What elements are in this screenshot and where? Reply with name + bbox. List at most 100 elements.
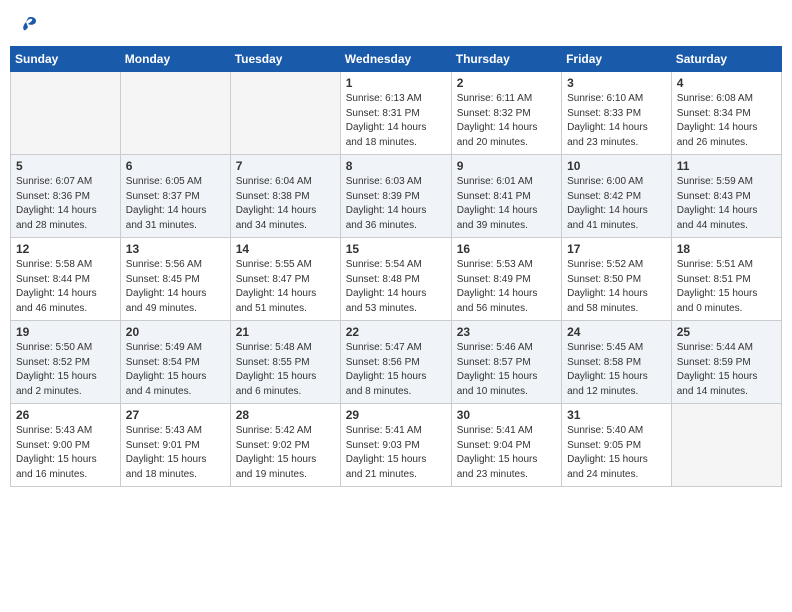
calendar-week-row: 5 Sunrise: 6:07 AM Sunset: 8:36 PM Daylig… <box>11 155 782 238</box>
day-info: Sunrise: 5:51 AM Sunset: 8:51 PM Dayligh… <box>677 258 776 316</box>
day-number: 28 <box>236 408 335 422</box>
calendar-day: 24 Sunrise: 5:45 AM Sunset: 8:58 PM Dayli… <box>562 321 672 404</box>
calendar-week-row: 26 Sunrise: 5:43 AM Sunset: 9:00 PM Dayli… <box>11 404 782 487</box>
day-info: Sunrise: 6:11 AM Sunset: 8:32 PM Dayligh… <box>457 92 556 150</box>
day-number: 4 <box>677 76 776 90</box>
day-number: 8 <box>346 159 446 173</box>
calendar-day: 10 Sunrise: 6:00 AM Sunset: 8:42 PM Dayli… <box>562 155 672 238</box>
day-info: Sunrise: 5:42 AM Sunset: 9:02 PM Dayligh… <box>236 424 335 482</box>
calendar-day: 11 Sunrise: 5:59 AM Sunset: 8:43 PM Dayli… <box>671 155 781 238</box>
day-number: 29 <box>346 408 446 422</box>
calendar-table: SundayMondayTuesdayWednesdayThursdayFrid… <box>10 46 782 487</box>
day-number: 10 <box>567 159 666 173</box>
calendar-day: 17 Sunrise: 5:52 AM Sunset: 8:50 PM Dayli… <box>562 238 672 321</box>
calendar-day: 30 Sunrise: 5:41 AM Sunset: 9:04 PM Dayli… <box>451 404 561 487</box>
day-info: Sunrise: 5:54 AM Sunset: 8:48 PM Dayligh… <box>346 258 446 316</box>
calendar-day <box>120 72 230 155</box>
calendar-day: 29 Sunrise: 5:41 AM Sunset: 9:03 PM Dayli… <box>340 404 451 487</box>
calendar-day: 5 Sunrise: 6:07 AM Sunset: 8:36 PM Daylig… <box>11 155 121 238</box>
day-number: 17 <box>567 242 666 256</box>
calendar-day: 15 Sunrise: 5:54 AM Sunset: 8:48 PM Dayli… <box>340 238 451 321</box>
calendar-week-row: 12 Sunrise: 5:58 AM Sunset: 8:44 PM Dayli… <box>11 238 782 321</box>
day-number: 31 <box>567 408 666 422</box>
day-number: 14 <box>236 242 335 256</box>
calendar-day: 6Sunrise: 6:05 AM Sunset: 8:37 PM Daylig… <box>120 155 230 238</box>
calendar-day <box>11 72 121 155</box>
calendar-day: 18 Sunrise: 5:51 AM Sunset: 8:51 PM Dayli… <box>671 238 781 321</box>
day-number: 26 <box>16 408 115 422</box>
day-info: Sunrise: 5:41 AM Sunset: 9:03 PM Dayligh… <box>346 424 446 482</box>
day-number: 24 <box>567 325 666 339</box>
calendar-day: 27 Sunrise: 5:43 AM Sunset: 9:01 PM Dayli… <box>120 404 230 487</box>
calendar-day: 22 Sunrise: 5:47 AM Sunset: 8:56 PM Dayli… <box>340 321 451 404</box>
calendar-day: 26 Sunrise: 5:43 AM Sunset: 9:00 PM Dayli… <box>11 404 121 487</box>
calendar-day <box>671 404 781 487</box>
day-number: 20 <box>126 325 225 339</box>
day-number: 13 <box>126 242 225 256</box>
day-number: 12 <box>16 242 115 256</box>
logo <box>16 14 38 34</box>
day-info: Sunrise: 5:49 AM Sunset: 8:54 PM Dayligh… <box>126 341 225 399</box>
calendar-header-sunday: Sunday <box>11 47 121 72</box>
calendar-day: 16 Sunrise: 5:53 AM Sunset: 8:49 PM Dayli… <box>451 238 561 321</box>
calendar-day: 12 Sunrise: 5:58 AM Sunset: 8:44 PM Dayli… <box>11 238 121 321</box>
calendar-day: 13 Sunrise: 5:56 AM Sunset: 8:45 PM Dayli… <box>120 238 230 321</box>
day-info: Sunrise: 5:58 AM Sunset: 8:44 PM Dayligh… <box>16 258 115 316</box>
calendar-day: 4 Sunrise: 6:08 AM Sunset: 8:34 PM Daylig… <box>671 72 781 155</box>
calendar-day: 14 Sunrise: 5:55 AM Sunset: 8:47 PM Dayli… <box>230 238 340 321</box>
day-number: 5 <box>16 159 115 173</box>
day-number: 7 <box>236 159 335 173</box>
calendar-header-thursday: Thursday <box>451 47 561 72</box>
day-number: 30 <box>457 408 556 422</box>
calendar-day: 20 Sunrise: 5:49 AM Sunset: 8:54 PM Dayli… <box>120 321 230 404</box>
day-number: 9 <box>457 159 556 173</box>
day-number: 11 <box>677 159 776 173</box>
day-number: 19 <box>16 325 115 339</box>
calendar-header-tuesday: Tuesday <box>230 47 340 72</box>
day-info: Sunrise: 6:04 AM Sunset: 8:38 PM Dayligh… <box>236 175 335 233</box>
day-info: Sunrise: 5:44 AM Sunset: 8:59 PM Dayligh… <box>677 341 776 399</box>
day-info: Sunrise: 5:53 AM Sunset: 8:49 PM Dayligh… <box>457 258 556 316</box>
day-number: 15 <box>346 242 446 256</box>
day-info: Sunrise: 5:41 AM Sunset: 9:04 PM Dayligh… <box>457 424 556 482</box>
calendar-day: 8 Sunrise: 6:03 AM Sunset: 8:39 PM Daylig… <box>340 155 451 238</box>
day-number: 22 <box>346 325 446 339</box>
calendar-day: 31 Sunrise: 5:40 AM Sunset: 9:05 PM Dayli… <box>562 404 672 487</box>
day-number: 18 <box>677 242 776 256</box>
day-info: Sunrise: 6:01 AM Sunset: 8:41 PM Dayligh… <box>457 175 556 233</box>
day-info: Sunrise: 5:43 AM Sunset: 9:00 PM Dayligh… <box>16 424 115 482</box>
calendar-header-row: SundayMondayTuesdayWednesdayThursdayFrid… <box>11 47 782 72</box>
day-info: Sunrise: 5:55 AM Sunset: 8:47 PM Dayligh… <box>236 258 335 316</box>
calendar-header-friday: Friday <box>562 47 672 72</box>
calendar-day: 28 Sunrise: 5:42 AM Sunset: 9:02 PM Dayli… <box>230 404 340 487</box>
day-info: Sunrise: 6:00 AM Sunset: 8:42 PM Dayligh… <box>567 175 666 233</box>
day-info: Sunrise: 5:45 AM Sunset: 8:58 PM Dayligh… <box>567 341 666 399</box>
calendar-week-row: 1Sunrise: 6:13 AM Sunset: 8:31 PM Daylig… <box>11 72 782 155</box>
day-info: Sunrise: 5:40 AM Sunset: 9:05 PM Dayligh… <box>567 424 666 482</box>
day-info: Sunrise: 5:48 AM Sunset: 8:55 PM Dayligh… <box>236 341 335 399</box>
day-info: Sunrise: 5:59 AM Sunset: 8:43 PM Dayligh… <box>677 175 776 233</box>
calendar-week-row: 19 Sunrise: 5:50 AM Sunset: 8:52 PM Dayli… <box>11 321 782 404</box>
calendar-day: 2Sunrise: 6:11 AM Sunset: 8:32 PM Daylig… <box>451 72 561 155</box>
calendar-day: 23Sunrise: 5:46 AM Sunset: 8:57 PM Dayli… <box>451 321 561 404</box>
day-info: Sunrise: 5:50 AM Sunset: 8:52 PM Dayligh… <box>16 341 115 399</box>
day-info: Sunrise: 6:08 AM Sunset: 8:34 PM Dayligh… <box>677 92 776 150</box>
calendar-header-saturday: Saturday <box>671 47 781 72</box>
day-number: 16 <box>457 242 556 256</box>
calendar-day: 3Sunrise: 6:10 AM Sunset: 8:33 PM Daylig… <box>562 72 672 155</box>
logo-bird-icon <box>18 14 38 34</box>
calendar-day: 19 Sunrise: 5:50 AM Sunset: 8:52 PM Dayli… <box>11 321 121 404</box>
page-header <box>10 10 782 38</box>
day-info: Sunrise: 5:52 AM Sunset: 8:50 PM Dayligh… <box>567 258 666 316</box>
day-info: Sunrise: 6:07 AM Sunset: 8:36 PM Dayligh… <box>16 175 115 233</box>
day-info: Sunrise: 5:43 AM Sunset: 9:01 PM Dayligh… <box>126 424 225 482</box>
day-info: Sunrise: 5:47 AM Sunset: 8:56 PM Dayligh… <box>346 341 446 399</box>
day-info: Sunrise: 6:13 AM Sunset: 8:31 PM Dayligh… <box>346 92 446 150</box>
day-info: Sunrise: 5:46 AM Sunset: 8:57 PM Dayligh… <box>457 341 556 399</box>
day-info: Sunrise: 5:56 AM Sunset: 8:45 PM Dayligh… <box>126 258 225 316</box>
calendar-day: 25Sunrise: 5:44 AM Sunset: 8:59 PM Dayli… <box>671 321 781 404</box>
calendar-day: 21Sunrise: 5:48 AM Sunset: 8:55 PM Dayli… <box>230 321 340 404</box>
calendar-day <box>230 72 340 155</box>
day-info: Sunrise: 6:03 AM Sunset: 8:39 PM Dayligh… <box>346 175 446 233</box>
day-number: 27 <box>126 408 225 422</box>
